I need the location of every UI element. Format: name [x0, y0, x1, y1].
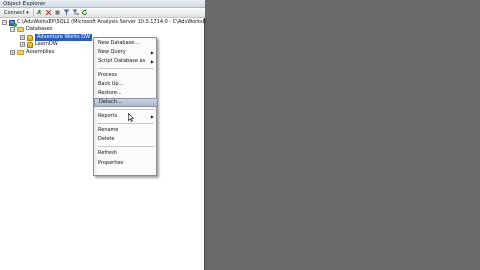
disconnect-icon[interactable]: [45, 9, 52, 16]
menu-item-process[interactable]: Process: [94, 71, 158, 80]
connect-icon[interactable]: [36, 9, 43, 16]
submenu-arrow-icon: ▶: [150, 114, 154, 119]
tree-node-databases[interactable]: − Databases: [10, 26, 52, 33]
menu-separator: [98, 68, 154, 69]
menu-item-detach[interactable]: Detach...: [94, 98, 158, 107]
toolbar-separator: [32, 9, 34, 16]
document-area: [206, 0, 480, 270]
collapse-toggle[interactable]: −: [10, 27, 15, 32]
object-explorer-toolbar: Connect ▾: [0, 8, 205, 18]
analysis-server-icon: [9, 19, 17, 27]
expand-toggle[interactable]: +: [10, 50, 15, 55]
menu-item-restore[interactable]: Restore...: [94, 89, 158, 98]
collapse-toggle[interactable]: −: [2, 20, 7, 25]
context-menu: New Database... New Query ▶ Script Databa…: [93, 37, 158, 176]
database-icon: [27, 34, 33, 41]
folder-icon: [17, 50, 24, 55]
database-label: LearnDW: [35, 41, 58, 47]
panel-title: Object Explorer: [0, 0, 205, 8]
mouse-cursor-icon: [128, 113, 134, 122]
menu-separator: [98, 123, 154, 124]
submenu-arrow-icon: ▶: [150, 59, 154, 64]
expand-toggle[interactable]: +: [20, 35, 25, 40]
tree-node-assemblies[interactable]: + Assemblies: [10, 49, 54, 56]
menu-item-delete[interactable]: Delete: [94, 135, 158, 144]
menu-item-rename[interactable]: Rename: [94, 126, 158, 135]
menu-item-back-up[interactable]: Back Up...: [94, 80, 158, 89]
stop-icon[interactable]: [54, 9, 61, 16]
folder-icon: [17, 27, 24, 32]
menu-item-new-query[interactable]: New Query ▶: [94, 48, 158, 57]
refresh-icon[interactable]: [81, 9, 88, 16]
database-icon: [27, 41, 33, 48]
menu-item-properties[interactable]: Properties: [94, 159, 158, 168]
databases-label: Databases: [26, 26, 53, 32]
menu-separator: [98, 146, 154, 147]
expand-toggle[interactable]: +: [20, 42, 25, 47]
tree-node-learndw[interactable]: + LearnDW: [20, 41, 58, 48]
selected-database-label: Adventure Works DW: [35, 34, 93, 41]
filter-settings-icon[interactable]: [72, 9, 79, 16]
connect-button[interactable]: Connect ▾: [2, 10, 31, 16]
menu-item-script-database-as[interactable]: Script Database as ▶: [94, 57, 158, 66]
submenu-arrow-icon: ▶: [150, 50, 154, 55]
menu-item-new-database[interactable]: New Database...: [94, 39, 158, 48]
tree-node-adventure-works[interactable]: + Adventure Works DW: [20, 34, 93, 41]
assemblies-label: Assemblies: [26, 49, 55, 55]
menu-item-refresh[interactable]: Refresh: [94, 149, 158, 158]
menu-separator: [98, 109, 154, 110]
menu-item-reports[interactable]: Reports ▶: [94, 112, 158, 121]
filter-icon[interactable]: [63, 9, 70, 16]
